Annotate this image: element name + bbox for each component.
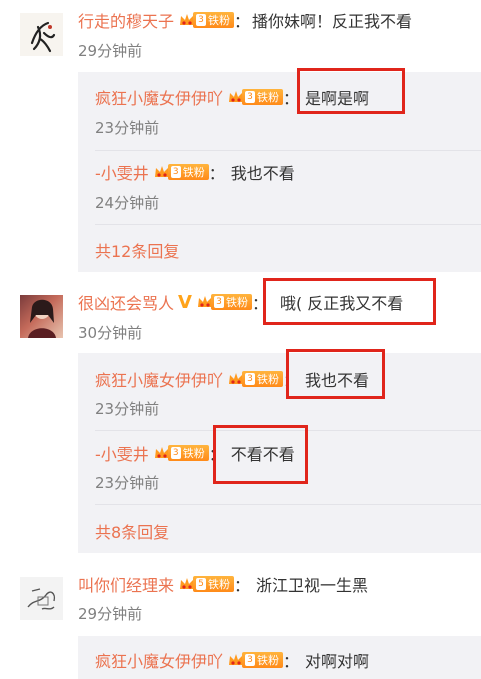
reply-text: 我也不看 <box>230 164 295 183</box>
fan-badge[interactable]: 3 铁粉 <box>227 88 284 106</box>
badge-text: 铁粉 <box>225 296 248 309</box>
avatar[interactable] <box>20 577 63 620</box>
badge-level: 3 <box>213 296 224 308</box>
reply-time: 24分钟前 <box>95 194 160 212</box>
comment-text: 播你妹啊！反正我不看 <box>252 12 413 31</box>
comment-time: 29分钟前 <box>78 42 143 60</box>
divider <box>95 504 481 505</box>
highlight-box <box>297 68 405 114</box>
reply-header: 疯狂小魔女伊伊吖 3 铁粉 ： 对啊对啊 <box>95 648 369 672</box>
username[interactable]: 行走的穆天子 <box>78 8 174 32</box>
reply-box: 疯狂小魔女伊伊吖 3 铁粉 ： 是啊是啊 23分钟前 -小雯井 3 铁粉 ： 我也不… <box>78 72 481 272</box>
username[interactable]: 叫你们经理来 <box>78 572 174 596</box>
username[interactable]: -小雯井 <box>95 441 149 465</box>
reply-time: 23分钟前 <box>95 400 160 418</box>
badge-text: 铁粉 <box>182 447 205 460</box>
reply-box: 疯狂小魔女伊伊吖 3 铁粉 ： 对啊对啊 <box>78 636 481 679</box>
username[interactable]: 疯狂小魔女伊伊吖 <box>95 367 223 391</box>
fan-badge[interactable]: 5 铁粉 <box>178 575 235 593</box>
reply-time: 23分钟前 <box>95 119 160 137</box>
username[interactable]: 疯狂小魔女伊伊吖 <box>95 85 223 109</box>
badge-text: 铁粉 <box>257 373 280 386</box>
badge-level: 3 <box>170 166 181 178</box>
highlight-box <box>286 349 385 399</box>
separator: ： <box>283 652 300 671</box>
fan-badge[interactable]: 3 铁粉 <box>153 163 209 181</box>
badge-level: 3 <box>170 447 181 459</box>
divider <box>95 150 481 151</box>
username[interactable]: 疯狂小魔女伊伊吖 <box>95 648 223 672</box>
username[interactable]: -小雯井 <box>95 160 149 184</box>
highlight-box <box>263 278 436 325</box>
badge-level: 3 <box>245 654 256 666</box>
badge-level: 5 <box>196 578 207 590</box>
badge-text: 铁粉 <box>257 654 280 667</box>
fan-badge[interactable]: 3 铁粉 <box>196 293 252 311</box>
separator: ： <box>208 164 225 183</box>
verified-badge: V <box>178 291 192 313</box>
badge-text: 铁粉 <box>257 91 280 104</box>
more-replies-link[interactable]: 共8条回复 <box>95 519 169 543</box>
reply-time: 23分钟前 <box>95 474 160 492</box>
more-replies-link[interactable]: 共12条回复 <box>95 238 179 262</box>
username[interactable]: 很凶还会骂人 <box>78 290 174 314</box>
highlight-box <box>213 425 308 484</box>
avatar[interactable] <box>20 295 63 338</box>
divider <box>95 224 481 225</box>
badge-text: 铁粉 <box>208 578 231 591</box>
reply-header: -小雯井 3 铁粉 ： 我也不看 <box>95 160 295 184</box>
separator: ： <box>234 576 251 595</box>
fan-badge[interactable]: 3 铁粉 <box>178 11 235 29</box>
fan-badge[interactable]: 3 铁粉 <box>227 370 284 388</box>
comment-time: 29分钟前 <box>78 605 143 623</box>
avatar[interactable] <box>20 13 63 56</box>
fan-badge[interactable]: 3 铁粉 <box>153 444 209 462</box>
comment-header: 行走的穆天子 3 铁粉 ： 播你妹啊！反正我不看 <box>78 8 412 32</box>
badge-level: 3 <box>245 91 256 103</box>
comment-text: 浙江卫视一生黑 <box>256 576 369 595</box>
badge-text: 铁粉 <box>182 166 205 179</box>
reply-text: 对啊对啊 <box>305 652 370 671</box>
badge-level: 3 <box>245 373 256 385</box>
badge-level: 3 <box>196 14 207 26</box>
badge-text: 铁粉 <box>208 14 231 27</box>
separator: ： <box>234 12 251 31</box>
comment-header: 叫你们经理来 5 铁粉 ： 浙江卫视一生黑 <box>78 572 368 596</box>
comment-time: 30分钟前 <box>78 324 143 342</box>
fan-badge[interactable]: 3 铁粉 <box>227 651 284 669</box>
